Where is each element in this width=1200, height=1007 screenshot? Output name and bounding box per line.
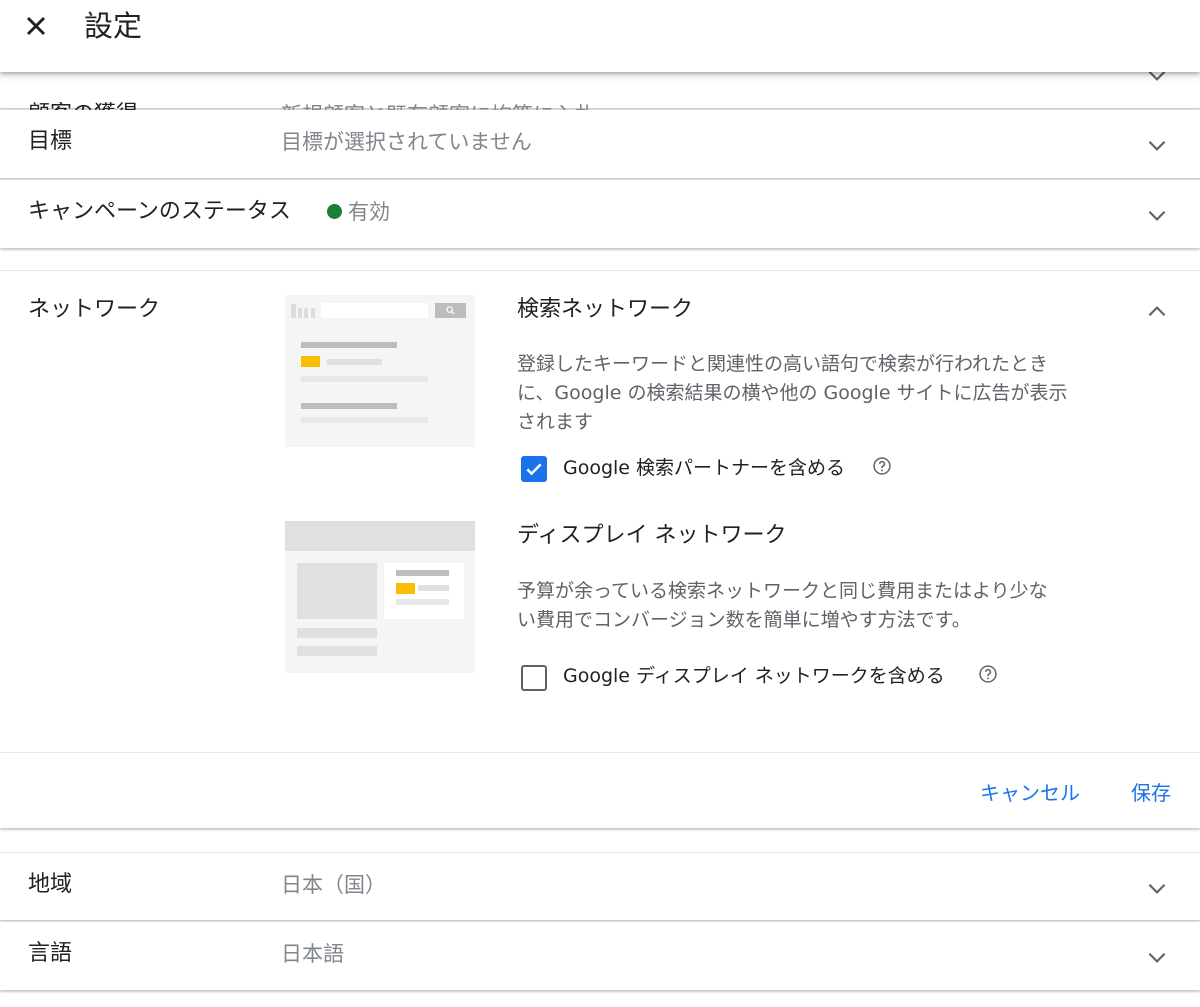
chevron-down-icon[interactable] <box>1144 944 1170 970</box>
cancel-button[interactable]: キャンセル <box>980 779 1080 807</box>
campaign-status-label: キャンペーンのステータス <box>28 199 291 224</box>
language-row[interactable]: 言語 日本語 <box>0 922 1200 990</box>
status-badge: 有効 <box>327 197 390 227</box>
location-value: 日本（国） <box>281 873 386 897</box>
goal-row[interactable]: 目標 目標が選択されていません <box>0 110 1200 178</box>
location-row[interactable]: 地域 日本（国） <box>0 852 1200 920</box>
panel-divider <box>0 752 1200 753</box>
location-label: 地域 <box>28 872 73 897</box>
language-label: 言語 <box>28 941 73 966</box>
settings-header: 設定 <box>0 0 1200 72</box>
search-partners-checkbox[interactable] <box>521 456 547 482</box>
display-network-checkbox[interactable] <box>521 665 547 691</box>
goal-value: 目標が選択されていません <box>281 130 532 154</box>
chevron-down-icon[interactable] <box>1144 132 1170 158</box>
chevron-up-icon[interactable] <box>1144 299 1170 325</box>
language-value: 日本語 <box>281 942 344 966</box>
goal-label: 目標 <box>28 129 73 154</box>
display-network-title: ディスプレイ ネットワーク <box>517 523 787 548</box>
help-circle-icon[interactable] <box>872 456 892 476</box>
network-label: ネットワーク <box>28 297 161 322</box>
network-panel: ネットワーク 検索ネットワーク 登録したキーワードと関連性の高い語句で検索が行わ… <box>0 270 1200 828</box>
chevron-down-icon[interactable] <box>1144 202 1170 228</box>
help-circle-icon[interactable] <box>978 664 998 684</box>
search-partners-label[interactable]: Google 検索パートナーを含める <box>563 455 845 481</box>
display-network-description: 予算が余っている検索ネットワークと同じ費用またはより少な い費用でコンバージョン… <box>517 580 1048 631</box>
search-network-illustration <box>285 295 475 447</box>
close-icon[interactable] <box>20 10 52 42</box>
display-network-label[interactable]: Google ディスプレイ ネットワークを含める <box>563 663 945 689</box>
chevron-down-icon[interactable] <box>1144 875 1170 901</box>
status-text: 有効 <box>348 200 390 224</box>
check-icon <box>526 463 542 476</box>
search-network-title: 検索ネットワーク <box>517 297 694 322</box>
campaign-status-row[interactable]: キャンペーンのステータス 有効 <box>0 180 1200 248</box>
display-network-illustration <box>285 521 475 673</box>
search-network-description: 登録したキーワードと関連性の高い語句で検索が行われたとき に、Google の検… <box>517 353 1068 433</box>
save-button[interactable]: 保存 <box>1131 779 1171 807</box>
page-title: 設定 <box>84 9 143 43</box>
status-dot <box>327 204 342 219</box>
